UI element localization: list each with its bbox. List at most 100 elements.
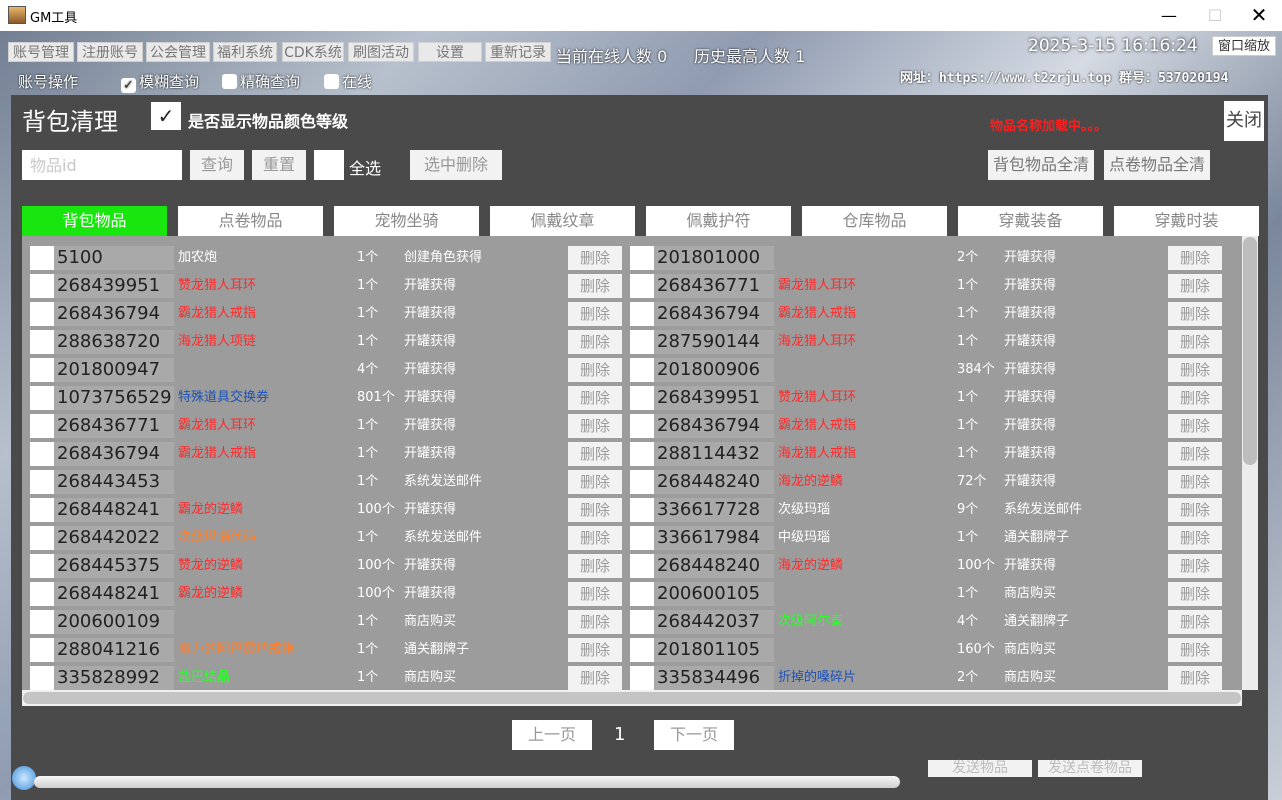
row-checkbox[interactable] (630, 330, 654, 354)
delete-button[interactable]: 删除 (1168, 470, 1222, 494)
fuzzy-query-option[interactable]: ✓ 模糊查询 (121, 71, 199, 93)
delete-button[interactable]: 删除 (1168, 274, 1222, 298)
tab-worn-amulet[interactable]: 佩戴护符 (646, 206, 791, 236)
row-checkbox[interactable] (30, 470, 54, 494)
horizontal-scroll-thumb[interactable] (23, 692, 1241, 704)
delete-button[interactable]: 删除 (568, 470, 622, 494)
select-all-checkbox[interactable] (314, 150, 344, 180)
delete-button[interactable]: 删除 (1168, 358, 1222, 382)
delete-button[interactable]: 删除 (568, 302, 622, 326)
delete-button[interactable]: 删除 (568, 498, 622, 522)
row-checkbox[interactable] (30, 610, 54, 634)
delete-button[interactable]: 删除 (1168, 554, 1222, 578)
tab-warehouse-items[interactable]: 仓库物品 (802, 206, 947, 236)
row-checkbox[interactable] (30, 582, 54, 606)
row-checkbox[interactable] (630, 274, 654, 298)
delete-button[interactable]: 删除 (1168, 638, 1222, 662)
delete-button[interactable]: 删除 (568, 582, 622, 606)
close-window-button[interactable]: ✕ (1236, 0, 1282, 31)
delete-button[interactable]: 删除 (568, 246, 622, 270)
row-checkbox[interactable] (30, 358, 54, 382)
delete-button[interactable]: 删除 (1168, 330, 1222, 354)
delete-button[interactable]: 删除 (568, 666, 622, 690)
delete-button[interactable]: 删除 (568, 358, 622, 382)
delete-button[interactable]: 删除 (1168, 302, 1222, 326)
delete-button[interactable]: 删除 (1168, 246, 1222, 270)
row-checkbox[interactable] (630, 414, 654, 438)
row-checkbox[interactable] (630, 610, 654, 634)
row-checkbox[interactable] (30, 526, 54, 550)
row-checkbox[interactable] (630, 246, 654, 270)
query-button[interactable]: 查询 (190, 150, 244, 180)
close-dialog-button[interactable]: 关闭 (1224, 101, 1264, 141)
minimize-button[interactable]: — (1146, 0, 1192, 31)
row-checkbox[interactable] (630, 386, 654, 410)
delete-button[interactable]: 删除 (1168, 610, 1222, 634)
row-checkbox[interactable] (30, 666, 54, 690)
delete-button[interactable]: 删除 (568, 526, 622, 550)
delete-button[interactable]: 删除 (1168, 526, 1222, 550)
delete-button[interactable]: 删除 (568, 330, 622, 354)
delete-button[interactable]: 删除 (1168, 582, 1222, 606)
next-page-button[interactable]: 下一页 (654, 720, 734, 750)
delete-button[interactable]: 删除 (568, 386, 622, 410)
menu-register-account[interactable]: 注册账号 (77, 42, 143, 62)
menu-account-management[interactable]: 账号管理 (8, 42, 74, 62)
menu-cdk-system[interactable]: CDK系统 (282, 42, 344, 62)
row-checkbox[interactable] (630, 442, 654, 466)
row-checkbox[interactable] (630, 526, 654, 550)
menu-dungeon-event[interactable]: 刷图活动 (348, 42, 414, 62)
delete-button[interactable]: 删除 (1168, 666, 1222, 690)
row-checkbox[interactable] (30, 638, 54, 662)
row-checkbox[interactable] (30, 302, 54, 326)
vertical-scroll-thumb[interactable] (1243, 237, 1257, 465)
row-checkbox[interactable] (30, 386, 54, 410)
tab-worn-equipment[interactable]: 穿戴装备 (958, 206, 1103, 236)
prev-page-button[interactable]: 上一页 (512, 720, 592, 750)
delete-button[interactable]: 删除 (1168, 414, 1222, 438)
row-checkbox[interactable] (630, 638, 654, 662)
delete-button[interactable]: 删除 (568, 274, 622, 298)
row-checkbox[interactable] (30, 554, 54, 578)
row-checkbox[interactable] (30, 442, 54, 466)
delete-button[interactable]: 删除 (568, 638, 622, 662)
clear-scroll-button[interactable]: 点卷物品全清 (1104, 150, 1210, 180)
show-color-checkbox[interactable]: ✓ (151, 102, 181, 130)
exact-query-option[interactable]: 精确查询 (222, 71, 300, 92)
row-checkbox[interactable] (630, 666, 654, 690)
tab-bag-items[interactable]: 背包物品 (22, 206, 167, 236)
row-checkbox[interactable] (630, 302, 654, 326)
row-checkbox[interactable] (30, 414, 54, 438)
tab-worn-emblem[interactable]: 佩戴纹章 (490, 206, 635, 236)
delete-button[interactable]: 删除 (1168, 498, 1222, 522)
delete-button[interactable]: 删除 (568, 554, 622, 578)
row-checkbox[interactable] (630, 554, 654, 578)
row-checkbox[interactable] (30, 246, 54, 270)
send-scroll-item-button[interactable]: 发送点卷物品 (1038, 760, 1142, 777)
window-zoom-button[interactable]: 窗口缩放 (1212, 36, 1276, 56)
row-checkbox[interactable] (630, 358, 654, 382)
row-checkbox[interactable] (630, 582, 654, 606)
tab-pet-mount[interactable]: 宠物坐骑 (334, 206, 479, 236)
delete-selected-button[interactable]: 选中删除 (410, 150, 502, 180)
delete-button[interactable]: 删除 (568, 414, 622, 438)
reset-button[interactable]: 重置 (252, 150, 306, 180)
menu-welfare-system[interactable]: 福利系统 (213, 42, 277, 62)
row-checkbox[interactable] (30, 498, 54, 522)
row-checkbox[interactable] (30, 274, 54, 298)
delete-button[interactable]: 删除 (568, 442, 622, 466)
delete-button[interactable]: 删除 (1168, 386, 1222, 410)
row-checkbox[interactable] (630, 470, 654, 494)
online-filter-option[interactable]: 在线 (324, 71, 372, 92)
item-id-input[interactable] (22, 150, 182, 180)
menu-settings[interactable]: 设置 (418, 42, 482, 62)
tab-scroll-items[interactable]: 点卷物品 (178, 206, 323, 236)
clear-bag-button[interactable]: 背包物品全清 (988, 150, 1094, 180)
row-checkbox[interactable] (630, 498, 654, 522)
maximize-button[interactable]: ☐ (1192, 0, 1238, 31)
row-checkbox[interactable] (30, 330, 54, 354)
send-item-button[interactable]: 发送物品 (928, 760, 1032, 777)
menu-re-record[interactable]: 重新记录 (485, 42, 551, 62)
delete-button[interactable]: 删除 (568, 610, 622, 634)
tab-worn-fashion[interactable]: 穿戴时装 (1114, 206, 1259, 236)
